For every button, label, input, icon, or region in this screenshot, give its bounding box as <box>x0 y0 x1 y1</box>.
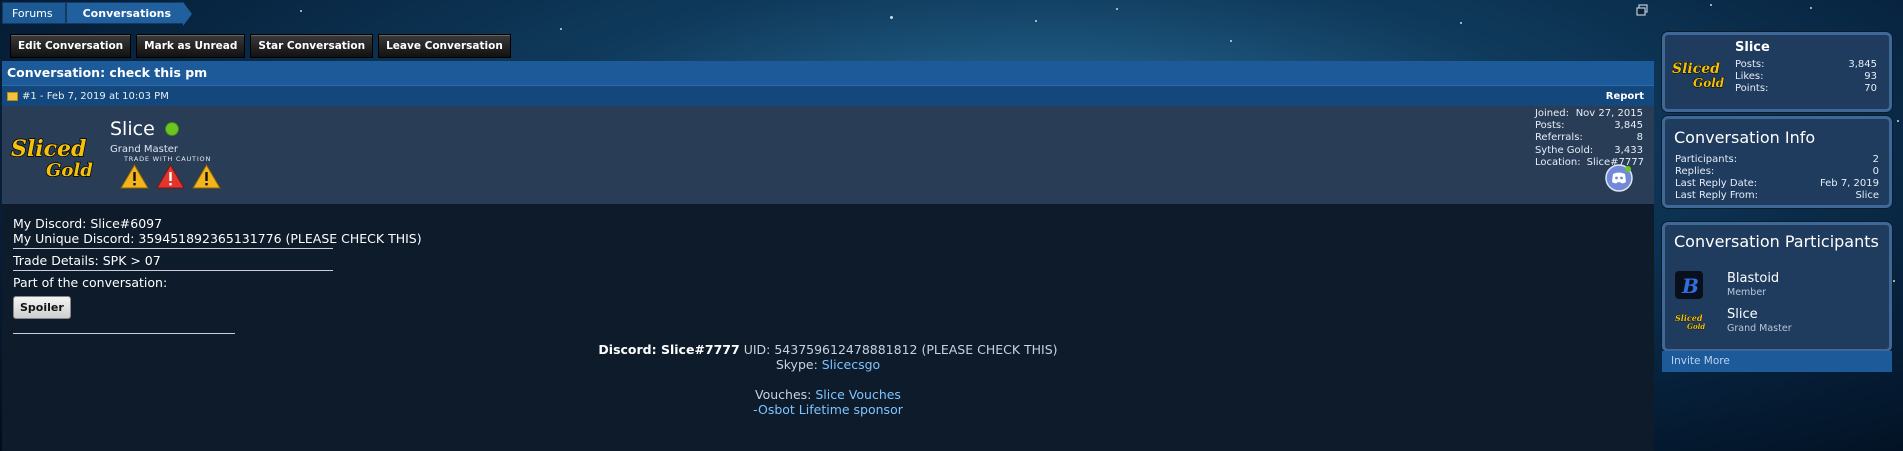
online-status-icon <box>164 122 179 136</box>
author-stats: Joined: Nov 27, 2015 Posts: 3,845 Referral… <box>1535 108 1644 169</box>
author-name-block: Slice <box>110 118 179 140</box>
participant-rank: Member <box>1727 287 1767 298</box>
participant-name[interactable]: Slice <box>1727 307 1758 322</box>
leave-conversation-button[interactable]: Leave Conversation <box>378 34 511 58</box>
conversation-info-title: Conversation Info <box>1674 128 1816 147</box>
signature-uid: UID: 543759612478881812 (PLEASE CHECK TH… <box>739 342 1058 357</box>
signature: Discord: Slice#7777 UID: 543759612478881… <box>13 342 1643 417</box>
participants-widget: Conversation Participants B Blastoid Mem… <box>1662 222 1892 352</box>
stat-row: Posts: 3,845 <box>1534 120 1643 132</box>
signature-discord: Discord: Slice#7777 <box>598 342 740 357</box>
author-name[interactable]: Slice <box>110 118 155 140</box>
unique-discord-line: My Unique Discord: 359451892365131776 (P… <box>13 231 422 246</box>
star-conversation-button[interactable]: Star Conversation <box>250 34 374 58</box>
svg-text:Gold: Gold <box>1693 76 1725 90</box>
author-bar: Sliced Gold Slice Grand Master TRADE WIT… <box>2 106 1654 204</box>
message-body: My Discord: Slice#6097 My Unique Discord… <box>2 204 1654 429</box>
svg-text:Sliced: Sliced <box>11 136 86 162</box>
svg-text:B: B <box>1681 274 1699 298</box>
edit-conversation-button[interactable]: Edit Conversation <box>10 34 132 58</box>
stat-row: Referrals: 8 <box>1534 132 1643 144</box>
conversation-info-rows: Participants: 2 Replies: 0 Last Reply Date… <box>1675 154 1879 201</box>
conversation-title: Conversation: check this pm <box>2 61 1654 85</box>
stat-row: Joined: Nov 27, 2015 <box>1534 108 1643 119</box>
caution-label: TRADE WITH CAUTION <box>124 155 212 163</box>
profile-widget: Sliced Gold Slice Posts: 3,845 Likes: 93 P… <box>1662 32 1892 112</box>
profile-stats: Posts: 3,845 Likes: 93 Points: 70 <box>1735 59 1877 94</box>
spoiler-button[interactable]: Spoiler <box>13 296 71 319</box>
message-meta-bar: #1 - Feb 7, 2019 at 10:03 PM Report <box>2 85 1654 106</box>
skype-link[interactable]: Slicecsgo <box>822 357 880 372</box>
participant-name[interactable]: Blastoid <box>1727 271 1779 286</box>
divider <box>13 270 333 271</box>
discord-line: My Discord: Slice#6097 <box>13 216 163 231</box>
warning-icon <box>192 164 221 189</box>
warning-icon <box>120 164 149 189</box>
vouches-label: Vouches: <box>755 387 816 402</box>
author-avatar[interactable]: Sliced Gold <box>8 118 100 188</box>
trade-details-line: Trade Details: SPK > 07 <box>13 253 161 268</box>
danger-warning-icon <box>156 164 185 189</box>
osbot-sponsor-link[interactable]: -Osbot Lifetime sponsor <box>753 402 903 417</box>
conversation-toolbar: Edit Conversation Mark as Unread Star Co… <box>10 34 511 58</box>
participants-title: Conversation Participants <box>1674 232 1879 251</box>
divider <box>13 248 333 249</box>
expand-icon[interactable] <box>1636 4 1648 16</box>
warning-icons <box>120 164 221 189</box>
conversation-info-widget: Conversation Info Participants: 2 Replies… <box>1662 116 1892 208</box>
message-icon <box>7 91 18 101</box>
stat-row: Sythe Gold: 3,433 <box>1534 144 1643 156</box>
signature-divider <box>13 333 235 334</box>
report-link[interactable]: Report <box>1606 91 1644 102</box>
conversation-part-line: Part of the conversation: <box>13 275 168 290</box>
breadcrumb-conversations[interactable]: Conversations <box>65 2 193 26</box>
breadcrumb-forums[interactable]: Forums <box>2 2 66 24</box>
profile-name[interactable]: Slice <box>1735 40 1770 55</box>
vouches-link[interactable]: Slice Vouches <box>815 387 901 402</box>
participant-avatar: B <box>1675 271 1703 299</box>
skype-label: Skype: <box>775 357 822 372</box>
profile-avatar[interactable]: Sliced Gold <box>1671 47 1727 97</box>
svg-text:Gold: Gold <box>46 160 93 181</box>
conversation-panel: Conversation: check this pm #1 - Feb 7, … <box>2 61 1654 451</box>
invite-more-button[interactable]: Invite More <box>1662 351 1892 372</box>
breadcrumb: Forums Conversations <box>2 2 193 26</box>
participant-rank: Grand Master <box>1727 323 1792 334</box>
author-rank: Grand Master <box>110 144 179 155</box>
mark-unread-button[interactable]: Mark as Unread <box>136 34 246 58</box>
message-meta[interactable]: #1 - Feb 7, 2019 at 10:03 PM <box>22 91 169 102</box>
discord-icon[interactable] <box>1605 164 1633 192</box>
svg-text:Sliced: Sliced <box>1672 61 1720 77</box>
svg-text:Gold: Gold <box>1687 322 1705 331</box>
participant-avatar: Sliced Gold <box>1675 311 1705 331</box>
